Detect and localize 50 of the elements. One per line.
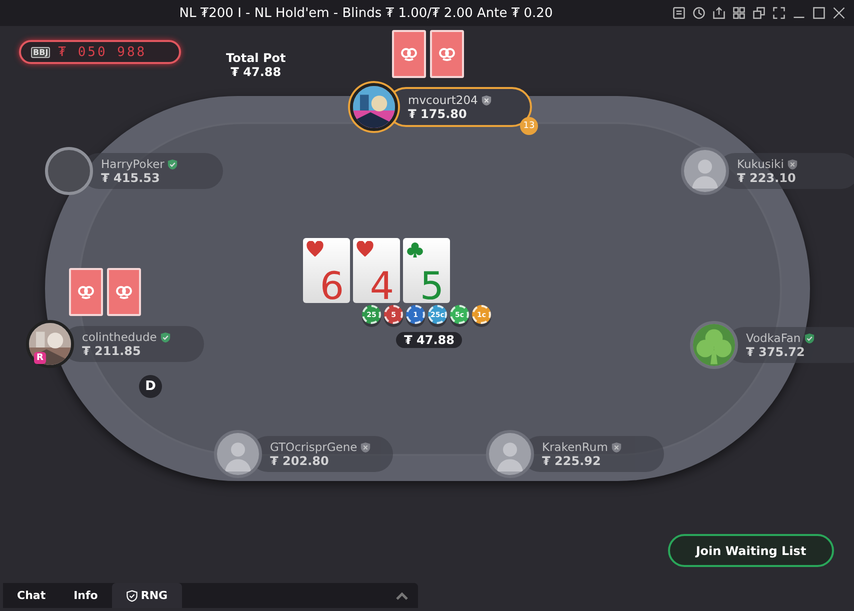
maximize-icon[interactable] [812, 6, 826, 20]
player-name: colinthedude [82, 330, 157, 344]
tab[interactable]: RNG [112, 583, 182, 608]
playing-card: 5 [403, 238, 450, 303]
emblem-icon [438, 47, 456, 61]
empty-avatar [45, 147, 93, 195]
tab[interactable]: Info [60, 583, 112, 608]
total-pot-label: Total Pot [226, 51, 286, 65]
playing-card: 4 [353, 238, 400, 303]
emblem-icon [400, 47, 418, 61]
close-icon[interactable] [832, 6, 846, 20]
jackpot-badge: BBJ [31, 46, 50, 58]
chip-stack-amount: ₮ 223.10 [737, 171, 797, 185]
list-icon[interactable] [672, 6, 686, 20]
grid-icon[interactable] [732, 6, 746, 20]
player-name: mvcourt204 [408, 93, 478, 107]
club-icon [406, 241, 424, 259]
shield-icon [126, 590, 138, 602]
player-name: HarryPoker [101, 157, 164, 171]
emblem-icon [115, 285, 133, 299]
rank-badge: R [34, 352, 46, 364]
chip-stack-amount: ₮ 225.92 [542, 454, 602, 468]
windows-icon[interactable] [752, 6, 766, 20]
avatar-silhouette-icon [489, 433, 531, 475]
clock-icon[interactable] [692, 6, 706, 20]
jackpot-amount: ₮ 050 988 [58, 44, 147, 60]
join-waiting-list-button[interactable]: Join Waiting List [668, 534, 834, 567]
chip-stack-amount: ₮ 175.80 [408, 107, 468, 121]
player-name: Kukusiki [737, 157, 784, 171]
player-name: GTOcrisprGene [270, 440, 358, 454]
window-title: NL ₮200 I - NL Hold'em - Blinds ₮ 1.00/₮ 2.00 Ante ₮ 0.20 [178, 6, 554, 20]
emblem-icon [77, 285, 95, 299]
avatar-silhouette-icon [684, 150, 726, 192]
tab[interactable]: Chat [3, 583, 60, 608]
player-name: VodkaFan [746, 331, 801, 345]
chip-stack-amount: ₮ 211.85 [82, 344, 142, 358]
avatar-silhouette-icon [217, 433, 259, 475]
crop-icon[interactable] [772, 6, 786, 20]
total-pot-amount: ₮ 47.88 [230, 65, 282, 79]
clover-avatar-icon [693, 324, 735, 366]
heart-icon [306, 241, 324, 259]
share-icon[interactable] [712, 6, 726, 20]
chip-stack-amount: ₮ 202.80 [270, 454, 330, 468]
player-name: KrakenRum [542, 440, 608, 454]
playing-card: 6 [303, 238, 350, 303]
chip-stack-amount: ₮ 415.53 [101, 171, 161, 185]
caret-up-icon[interactable] [396, 590, 408, 600]
heart-icon [356, 241, 374, 259]
pot-amount: ₮ 47.88 [396, 332, 462, 348]
chip-stack-amount: ₮ 375.72 [746, 345, 806, 359]
